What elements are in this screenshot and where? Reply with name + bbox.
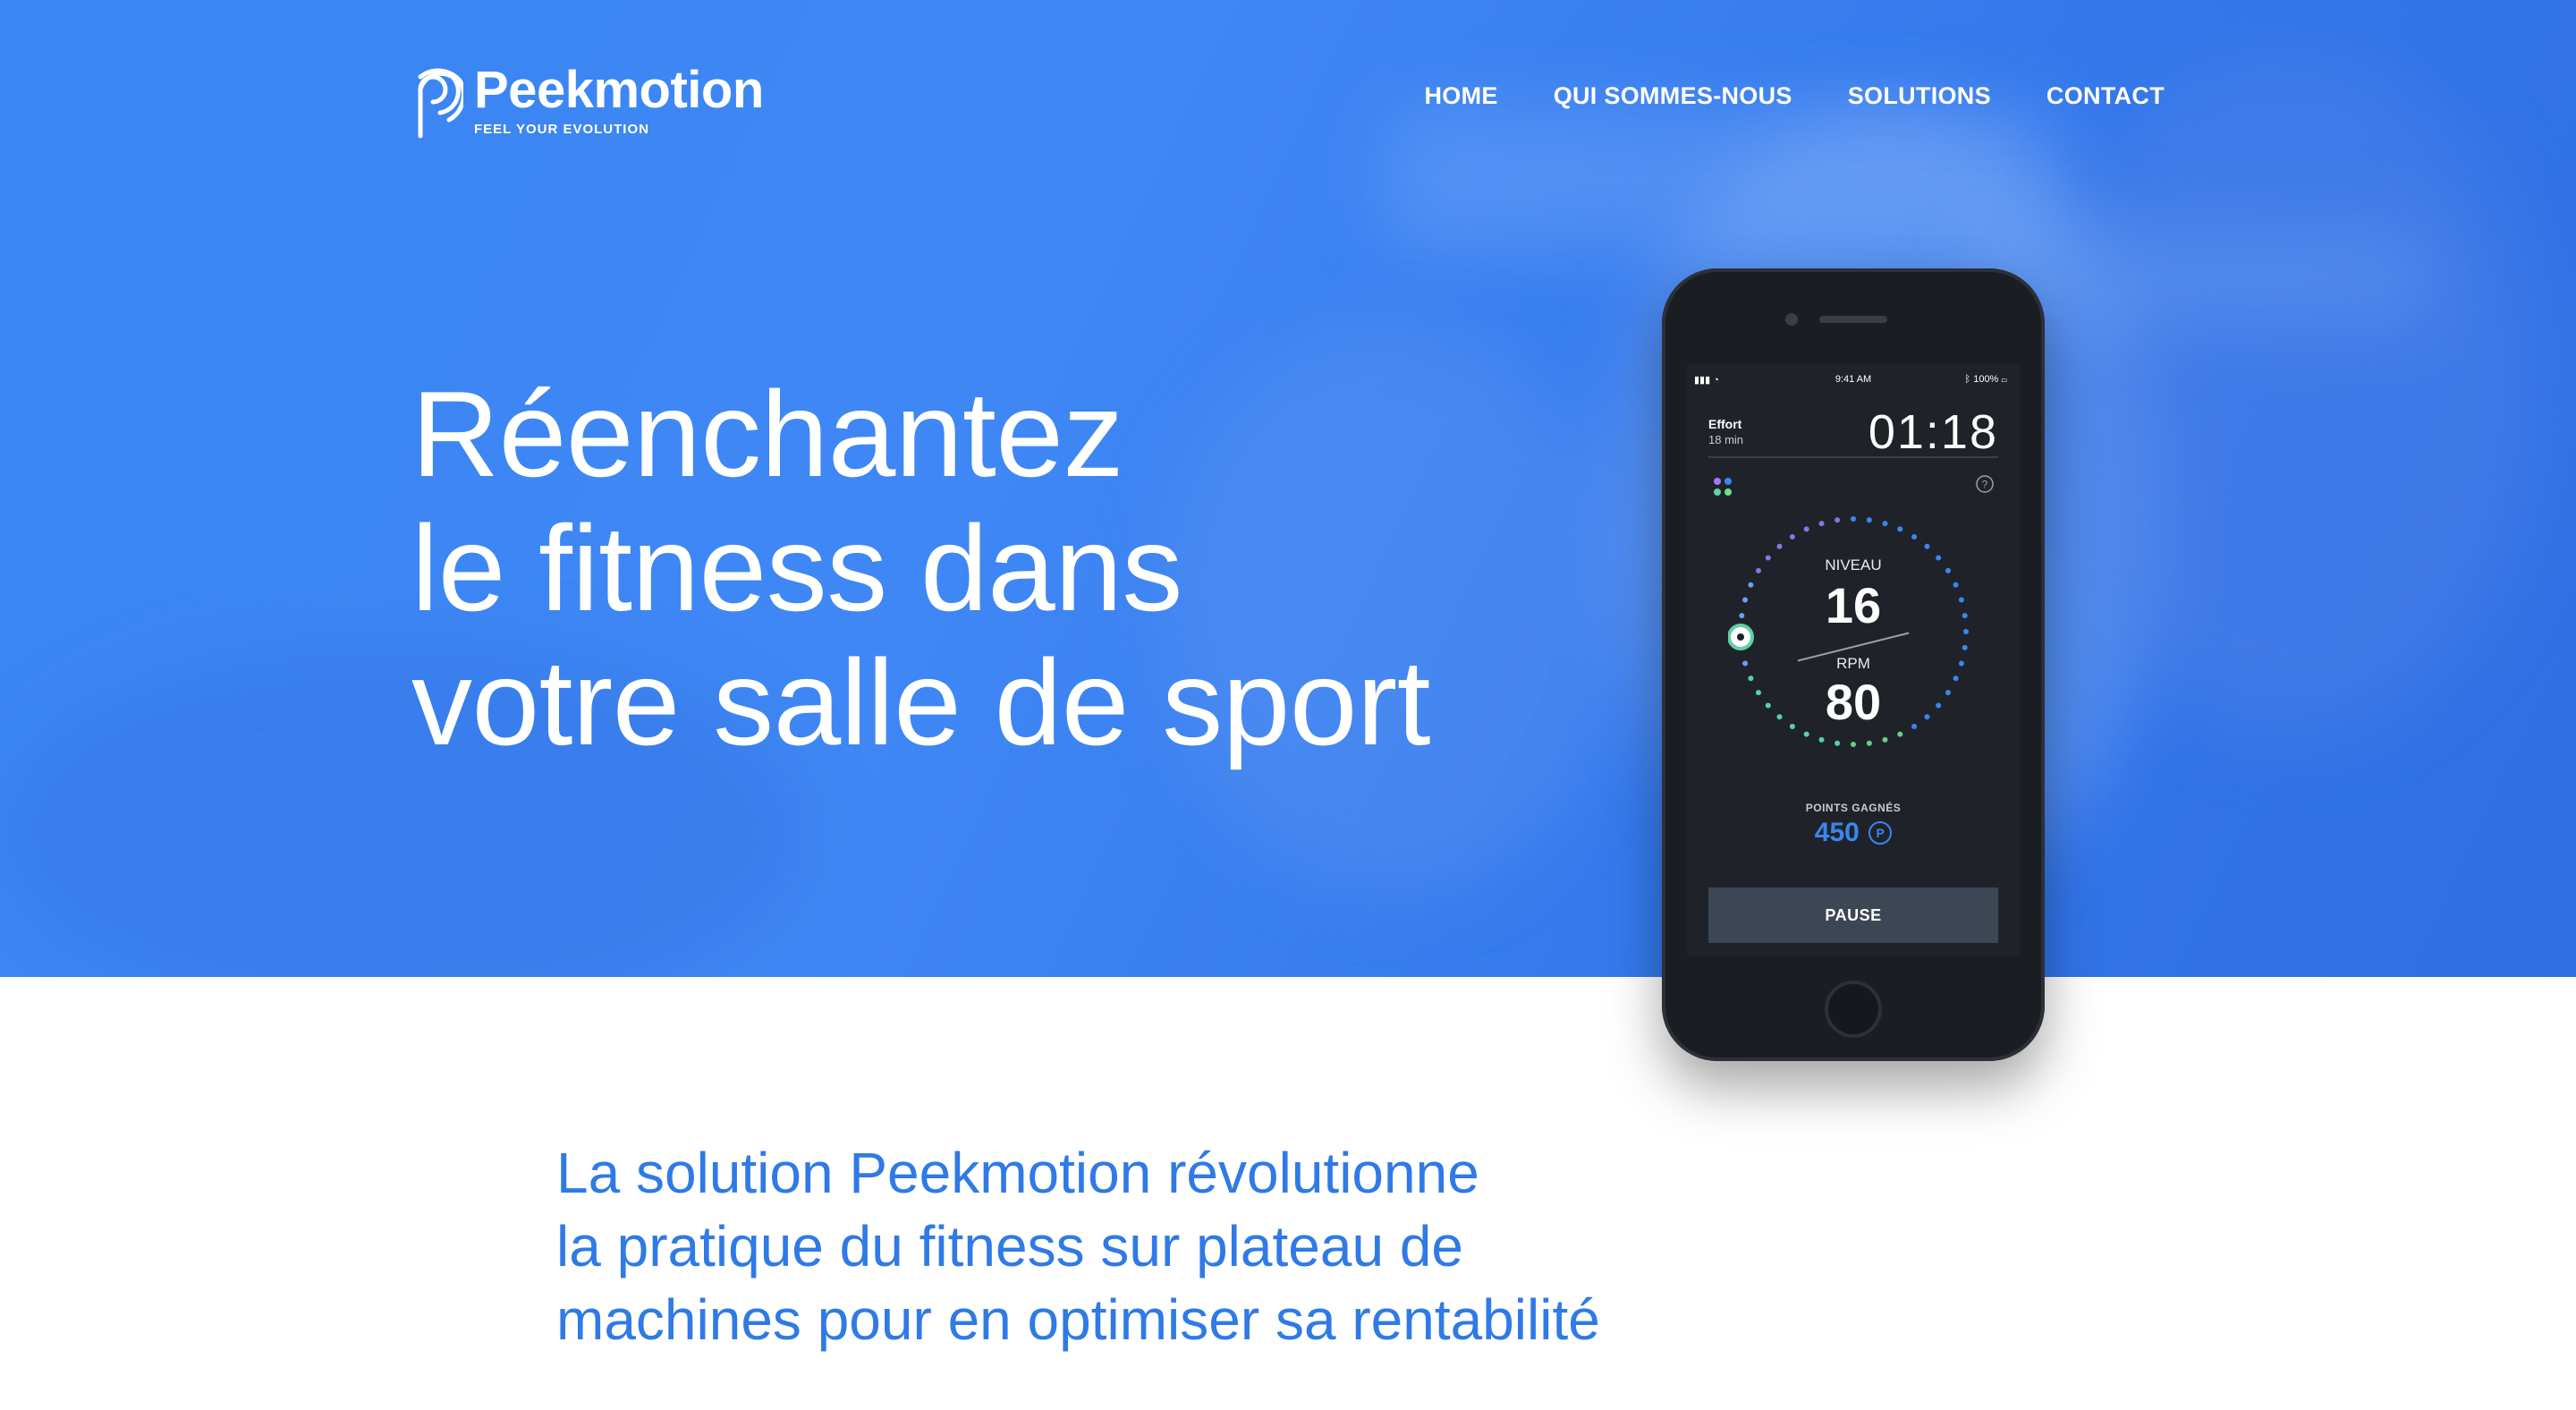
hero-headline-line: Réenchantez bbox=[411, 366, 1123, 502]
dial-dot bbox=[1911, 534, 1918, 539]
workout-timer: 01:18 bbox=[1868, 405, 1998, 459]
intro-text: La solution Peekmotion révolutionne la p… bbox=[556, 1136, 1600, 1356]
dial-dot bbox=[1882, 521, 1888, 527]
nav-about[interactable]: QUI SOMMES-NOUS bbox=[1554, 82, 1792, 110]
rpm-label: RPM bbox=[1836, 655, 1870, 672]
divider bbox=[1708, 456, 1998, 458]
nav-home[interactable]: HOME bbox=[1424, 82, 1497, 110]
brand-logo[interactable]: Peekmotion FEEL YOUR EVOLUTION bbox=[413, 54, 764, 140]
dial-knob-center bbox=[1737, 633, 1744, 641]
dial-dot bbox=[1897, 731, 1903, 737]
dial-dot bbox=[1962, 644, 1968, 650]
effort-duration: 18 min bbox=[1708, 433, 1744, 446]
phone-mockup: ▮▮▮ ◔ 9:41 AM ᛒ 100% ▭ Effort 18 min 01:… bbox=[1662, 268, 2045, 1061]
rpm-value: 80 bbox=[1825, 674, 1882, 730]
brand-tagline: FEEL YOUR EVOLUTION bbox=[474, 122, 649, 137]
help-circle-icon[interactable]: ? bbox=[1975, 474, 1995, 494]
dial-dot bbox=[1882, 736, 1888, 743]
dial-dot bbox=[1803, 731, 1809, 737]
nav-solutions[interactable]: SOLUTIONS bbox=[1848, 82, 1991, 110]
hero-headline-line: le fitness dans bbox=[411, 500, 1182, 636]
apps-dots-icon[interactable] bbox=[1712, 476, 1733, 497]
dial-dot bbox=[1851, 516, 1856, 522]
effort-label: Effort bbox=[1708, 417, 1742, 431]
phone-camera bbox=[1785, 313, 1798, 326]
dial-dot bbox=[1818, 736, 1825, 743]
brand-name: Peekmotion bbox=[474, 61, 764, 119]
level-label: NIVEAU bbox=[1825, 556, 1882, 573]
points-coin-icon: P bbox=[1868, 821, 1893, 845]
intro-line: machines pour en optimiser sa rentabilit… bbox=[556, 1287, 1600, 1352]
dial-dot bbox=[1866, 517, 1872, 523]
dial-dot bbox=[1835, 517, 1841, 523]
status-bar: ▮▮▮ ◔ 9:41 AM ᛒ 100% ▭ bbox=[1687, 372, 2020, 390]
effort-info: Effort 18 min bbox=[1708, 417, 1743, 446]
dial-dot bbox=[1924, 543, 1930, 549]
nav-contact[interactable]: CONTACT bbox=[2046, 82, 2165, 110]
dial-dot bbox=[1866, 740, 1872, 746]
points-label: POINTS GAGNÉS bbox=[1805, 802, 1902, 814]
dial-dot bbox=[1776, 543, 1783, 549]
svg-text:?: ? bbox=[1982, 479, 1988, 491]
battery-indicator: ᛒ 100% ▭ bbox=[1964, 374, 2007, 385]
app-screen: ▮▮▮ ◔ 9:41 AM ᛒ 100% ▭ Effort 18 min 01:… bbox=[1687, 363, 2020, 956]
pause-button[interactable]: PAUSE bbox=[1708, 888, 1998, 943]
points-amount: 450 bbox=[1814, 818, 1860, 847]
hero-background-figure bbox=[2039, 54, 2540, 734]
level-value: 16 bbox=[1825, 577, 1882, 633]
intro-line: la pratique du fitness sur plateau de bbox=[556, 1214, 1463, 1278]
dial-dot bbox=[1851, 742, 1856, 747]
peekmotion-logo-icon bbox=[418, 68, 463, 139]
dial-dot bbox=[1803, 526, 1809, 532]
main-nav: HOME QUI SOMMES-NOUS SOLUTIONS CONTACT bbox=[1424, 82, 2165, 110]
phone-home-button bbox=[1825, 981, 1882, 1038]
hero-background-shape bbox=[1386, 107, 2066, 251]
bluetooth-icon: ᛒ bbox=[1964, 374, 1974, 385]
hero-section: Peekmotion FEEL YOUR EVOLUTION HOME QUI … bbox=[0, 0, 2576, 977]
phone-speaker bbox=[1819, 316, 1887, 323]
hero-headline: Réenchantez le fitness dans votre salle … bbox=[411, 366, 1431, 770]
dial-dot bbox=[1818, 521, 1825, 527]
dial-dot bbox=[1897, 526, 1903, 532]
dial-dot bbox=[1835, 740, 1841, 746]
intro-line: La solution Peekmotion révolutionne bbox=[556, 1141, 1479, 1205]
points-value: 450 P bbox=[1687, 818, 2020, 848]
battery-level: 100% bbox=[1973, 374, 1999, 385]
dial-dot bbox=[1789, 534, 1795, 539]
hero-headline-line: votre salle de sport bbox=[411, 634, 1431, 770]
